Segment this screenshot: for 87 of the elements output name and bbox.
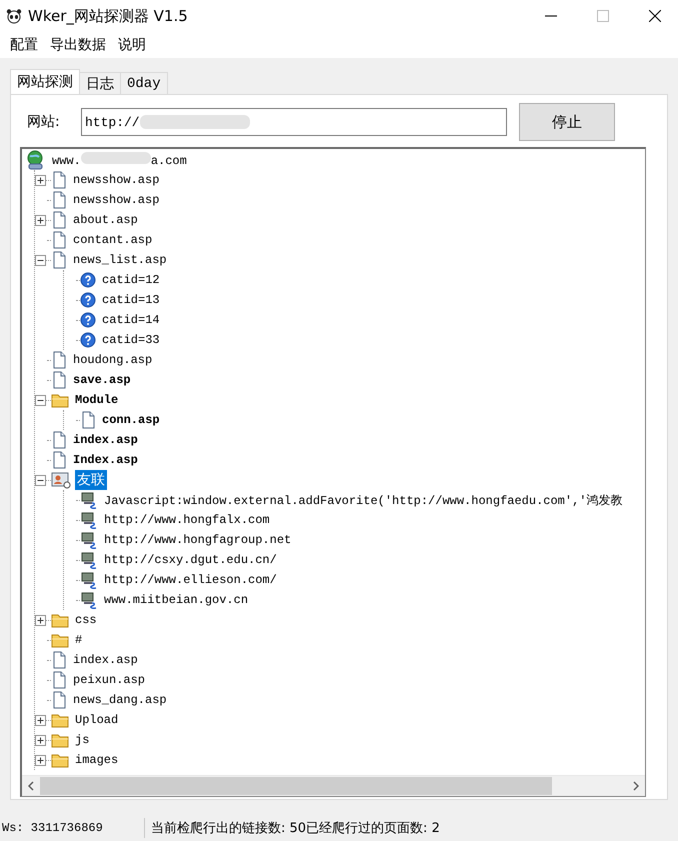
document-icon (51, 451, 67, 469)
tree-item[interactable]: http://www.hongfagroup.net (102, 532, 294, 548)
collapse-icon[interactable] (35, 254, 46, 266)
status-text: 当前检爬行出的链接数: 50已经爬行过的页面数: 2 (150, 820, 440, 837)
tree-item[interactable]: conn.asp (100, 412, 162, 428)
tree-item[interactable]: contant.asp (71, 232, 154, 248)
document-icon (51, 431, 67, 449)
window-title: Wker_网站探测器 V1.5 (28, 6, 188, 26)
document-icon (51, 191, 67, 209)
menu-item[interactable]: 配置 (4, 36, 44, 54)
tree-item[interactable]: catid=33 (100, 332, 162, 348)
panda-icon (6, 8, 22, 24)
document-icon (51, 651, 67, 669)
tree-item[interactable]: news_dang.asp (71, 692, 169, 708)
tree-item[interactable]: index.asp (71, 432, 140, 448)
tree-item[interactable]: Javascript:window.external.addFavorite('http://www.hongfaedu.com','鸿发教 (102, 490, 624, 510)
tree-item[interactable]: www.miitbeian.gov.cn (102, 592, 250, 608)
tree-item[interactable]: # (73, 632, 84, 648)
folder-icon (51, 752, 69, 768)
tree-item[interactable]: js (73, 732, 92, 748)
network-computer-icon (80, 511, 98, 529)
network-computer-icon (80, 531, 98, 549)
document-icon (51, 351, 67, 369)
tree-item[interactable]: catid=14 (100, 312, 162, 328)
tree-item[interactable]: catid=13 (100, 292, 162, 308)
tree-item[interactable]: catid=12 (100, 272, 162, 288)
folder-icon (51, 712, 69, 728)
tree-item[interactable]: http://www.ellieson.com/ (102, 572, 279, 588)
tree-item[interactable]: news_list.asp (71, 252, 169, 268)
close-icon[interactable] (649, 10, 661, 22)
tab[interactable]: 0day (120, 72, 168, 94)
tree-item[interactable]: images (73, 752, 120, 768)
expand-icon[interactable] (35, 734, 46, 746)
document-icon (51, 211, 67, 229)
expand-icon[interactable] (35, 614, 46, 626)
tree-item[interactable]: Module (73, 392, 120, 408)
expand-icon[interactable] (35, 174, 46, 186)
help-icon (80, 292, 96, 308)
folder-icon (51, 392, 69, 408)
help-icon (80, 272, 96, 288)
scroll-right-icon[interactable] (633, 781, 639, 791)
tree-item[interactable]: css (73, 612, 99, 628)
horizontal-scrollbar[interactable] (22, 775, 645, 796)
stop-button[interactable]: 停止 (519, 103, 615, 141)
menu-item[interactable]: 导出数据 (44, 36, 112, 54)
contacts-icon (51, 471, 71, 489)
tree-item[interactable]: save.asp (71, 372, 133, 388)
document-icon (51, 371, 67, 389)
document-icon (51, 231, 67, 249)
expand-icon[interactable] (35, 714, 46, 726)
tree-item[interactable]: http://csxy.dgut.edu.cn/ (102, 552, 279, 568)
collapse-icon[interactable] (35, 394, 46, 406)
network-computer-icon (80, 551, 98, 569)
document-icon (51, 251, 67, 269)
tree-item[interactable]: http://www.hongfalx.com (102, 512, 272, 528)
document-icon (51, 671, 67, 689)
document-icon (80, 411, 96, 429)
tree-item[interactable]: 友联 (75, 470, 107, 490)
network-computer-icon (80, 571, 98, 589)
tab[interactable]: 网站探测 (10, 69, 80, 94)
expand-icon[interactable] (35, 214, 46, 226)
tree-item[interactable]: houdong.asp (71, 352, 154, 368)
status-text: Ws: 3311736869 (0, 818, 145, 838)
network-computer-icon (80, 491, 98, 509)
url-field[interactable]: http:// (81, 108, 507, 136)
folder-icon (51, 612, 69, 628)
tree-item[interactable]: Index.asp (71, 452, 140, 468)
document-icon (51, 171, 67, 189)
folder-icon (51, 632, 69, 648)
menu-item[interactable]: 说明 (112, 36, 152, 54)
help-icon (80, 332, 96, 348)
minimize-icon[interactable] (545, 15, 557, 17)
tree-item[interactable]: about.asp (71, 212, 140, 228)
folder-icon (51, 732, 69, 748)
help-icon (80, 312, 96, 328)
scroll-left-icon[interactable] (28, 781, 34, 791)
document-icon (51, 691, 67, 709)
collapse-icon[interactable] (35, 474, 46, 486)
tree-item[interactable]: index.asp (71, 652, 140, 668)
tree-item[interactable]: newsshow.asp (71, 172, 162, 188)
tree-item[interactable]: www. a.com (50, 151, 189, 169)
network-computer-icon (80, 591, 98, 609)
tree-item[interactable]: Upload (73, 712, 120, 728)
expand-icon[interactable] (35, 754, 46, 766)
tree-item[interactable]: peixun.asp (71, 672, 148, 688)
site-label: 网站: (26, 113, 61, 131)
tree-item[interactable]: newsshow.asp (71, 192, 162, 208)
